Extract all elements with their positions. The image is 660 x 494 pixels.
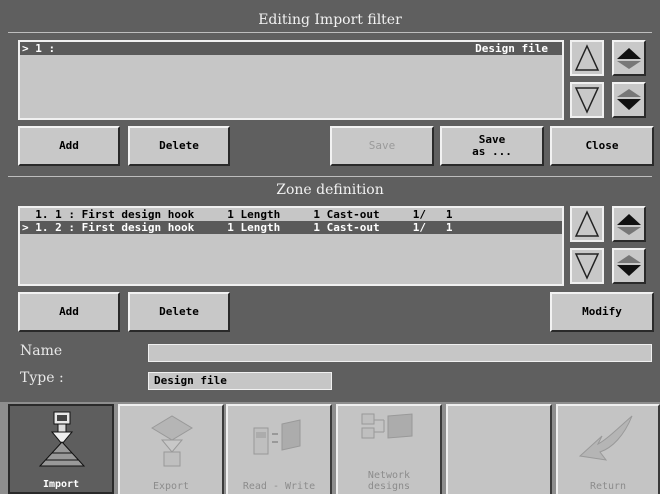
type-label: Type : bbox=[20, 370, 64, 386]
toolbar-item-label: Network designs bbox=[367, 470, 411, 492]
zone-list[interactable]: 1. 1 : First design hook 1 Length 1 Cast… bbox=[18, 206, 564, 286]
title-divider bbox=[8, 32, 652, 33]
read-write-icon bbox=[253, 419, 301, 455]
type-field[interactable]: Design file bbox=[148, 372, 332, 390]
zone-divider bbox=[8, 176, 652, 177]
zone-scroll-down-button[interactable] bbox=[570, 248, 604, 284]
triangle-up-icon bbox=[574, 210, 600, 237]
page-down-icon bbox=[617, 89, 641, 110]
zone-title: Zone definition bbox=[276, 182, 384, 198]
page-up-icon bbox=[617, 48, 641, 69]
page-up-icon bbox=[617, 214, 641, 235]
page-down-icon bbox=[617, 255, 641, 276]
zone-scroll-up-button[interactable] bbox=[570, 206, 604, 242]
toolbar-empty-slot bbox=[446, 404, 552, 494]
zone-add-button[interactable]: Add bbox=[18, 292, 120, 332]
filter-title: Editing Import filter bbox=[258, 12, 402, 28]
toolbar-item-label: Return bbox=[589, 481, 627, 492]
triangle-up-icon bbox=[574, 44, 600, 71]
filter-scroll-down-button[interactable] bbox=[570, 82, 604, 118]
toolbar-read-write-button[interactable]: Read - Write bbox=[226, 404, 332, 494]
zone-page-up-button[interactable] bbox=[612, 206, 646, 242]
zone-list-row[interactable]: > 1. 2 : First design hook 1 Length 1 Ca… bbox=[20, 221, 562, 234]
export-icon bbox=[151, 415, 193, 467]
filter-delete-button[interactable]: Delete bbox=[128, 126, 230, 166]
filter-list[interactable]: > 1 : Design file bbox=[18, 40, 564, 120]
zone-page-down-button[interactable] bbox=[612, 248, 646, 284]
toolbar-item-label: Read - Write bbox=[242, 481, 316, 492]
filter-save-as-button[interactable]: Save as ... bbox=[440, 126, 544, 166]
triangle-down-icon bbox=[574, 87, 600, 114]
zone-modify-button[interactable]: Modify bbox=[550, 292, 654, 332]
toolbar-import-button[interactable]: Import bbox=[8, 404, 114, 494]
filter-add-button[interactable]: Add bbox=[18, 126, 120, 166]
filter-save-button[interactable]: Save bbox=[330, 126, 434, 166]
zone-list-row[interactable]: 1. 1 : First design hook 1 Length 1 Cast… bbox=[20, 208, 562, 221]
filter-close-button[interactable]: Close bbox=[550, 126, 654, 166]
toolbar-network-designs-button[interactable]: Network designs bbox=[336, 404, 442, 494]
triangle-down-icon bbox=[574, 253, 600, 280]
toolbar-item-label: Import bbox=[42, 479, 80, 490]
filter-row-name: Design file bbox=[475, 42, 548, 55]
filter-page-up-button[interactable] bbox=[612, 40, 646, 76]
filter-list-row[interactable]: > 1 : Design file bbox=[20, 42, 562, 55]
import-icon bbox=[38, 411, 86, 467]
filter-scroll-up-button[interactable] bbox=[570, 40, 604, 76]
toolbar-export-button[interactable]: Export bbox=[118, 404, 224, 494]
filter-row-index: > 1 : bbox=[22, 42, 56, 55]
filter-page-down-button[interactable] bbox=[612, 82, 646, 118]
toolbar-item-label: Export bbox=[152, 481, 190, 492]
toolbar-return-button[interactable]: Return bbox=[556, 404, 660, 494]
zone-delete-button[interactable]: Delete bbox=[128, 292, 230, 332]
name-label: Name bbox=[20, 343, 63, 359]
network-designs-icon bbox=[361, 413, 413, 439]
name-input[interactable] bbox=[148, 344, 652, 362]
return-icon bbox=[578, 415, 633, 461]
